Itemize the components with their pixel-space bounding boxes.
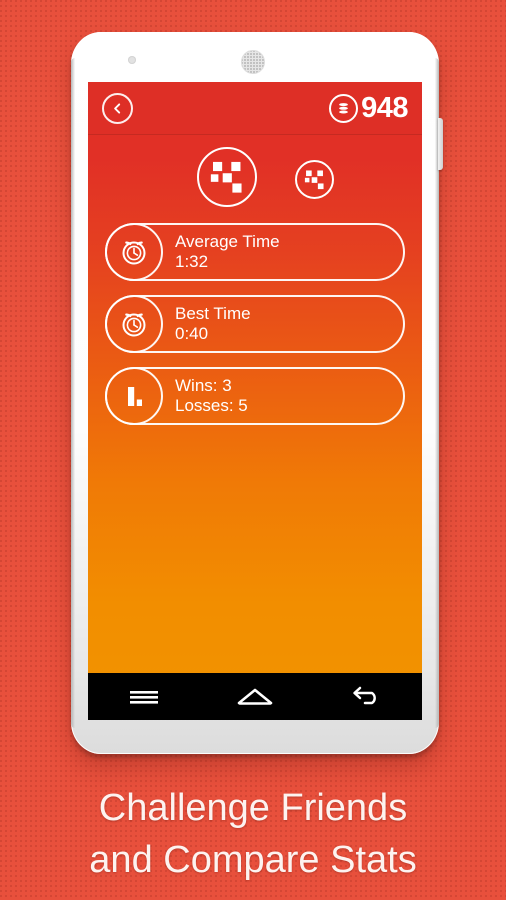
dice-five-large-icon[interactable]: [197, 147, 257, 207]
stat-value: Losses: 5: [175, 396, 248, 415]
dice-five-glyph: [210, 161, 242, 193]
stat-value: 0:40: [175, 324, 209, 343]
promo-caption-line-2: and Compare Stats: [89, 839, 417, 882]
stat-row-best-time[interactable]: Best Time 0:40: [105, 295, 405, 353]
stat-value: 1:32: [175, 252, 209, 271]
back-button[interactable]: [102, 92, 133, 124]
stat-text: Wins: 3 Losses: 5: [175, 376, 248, 416]
menu-icon: [129, 690, 158, 704]
phone-device: 948 Average Time 1:32 Best Time 0:40 Win…: [71, 32, 443, 754]
stat-text: Best Time 0:40: [175, 304, 251, 344]
stat-label: Wins: 3: [175, 375, 232, 395]
stat-label: Average Time: [175, 231, 280, 251]
app-header: 948: [88, 82, 422, 135]
coin-count: 948: [361, 91, 408, 124]
coin-stack-icon: [329, 93, 359, 123]
dice-five-small-icon[interactable]: [295, 160, 334, 199]
nav-home-button[interactable]: [228, 677, 282, 717]
stat-row-wins-losses[interactable]: Wins: 3 Losses: 5: [105, 367, 405, 425]
phone-edge-left: [71, 58, 75, 728]
speaker-grille-icon: [241, 50, 265, 74]
coin-display[interactable]: 948: [329, 91, 408, 124]
alarm-clock-icon: [105, 295, 163, 353]
alarm-clock-glyph: [122, 313, 146, 337]
stat-row-average-time[interactable]: Average Time 1:32: [105, 223, 405, 281]
nav-menu-button[interactable]: [117, 677, 171, 717]
home-icon: [237, 688, 273, 705]
stat-text: Average Time 1:32: [175, 232, 280, 272]
android-nav-bar: [88, 673, 422, 720]
nav-back-button[interactable]: [339, 677, 393, 717]
camera-dot-icon: [128, 56, 136, 64]
power-button[interactable]: [438, 118, 443, 170]
dice-five-glyph-small: [304, 170, 324, 190]
stat-label: Best Time: [175, 303, 251, 323]
alarm-clock-glyph: [122, 241, 146, 265]
dice-row: [88, 135, 422, 223]
back-arrow-icon: [353, 686, 377, 704]
phone-screen: 948 Average Time 1:32 Best Time 0:40 Win…: [88, 82, 422, 720]
promo-caption-line-1: Challenge Friends: [98, 787, 408, 829]
alarm-clock-icon: [105, 223, 163, 281]
bar-chart-icon: [105, 367, 163, 425]
coin-stack-glyph: [339, 102, 349, 113]
stats-list: Average Time 1:32 Best Time 0:40 Wins: 3…: [88, 223, 422, 425]
chevron-left-icon: [114, 102, 121, 114]
bar-chart-glyph: [128, 387, 142, 406]
promo-caption: Challenge Friends and Compare Stats: [0, 782, 506, 887]
